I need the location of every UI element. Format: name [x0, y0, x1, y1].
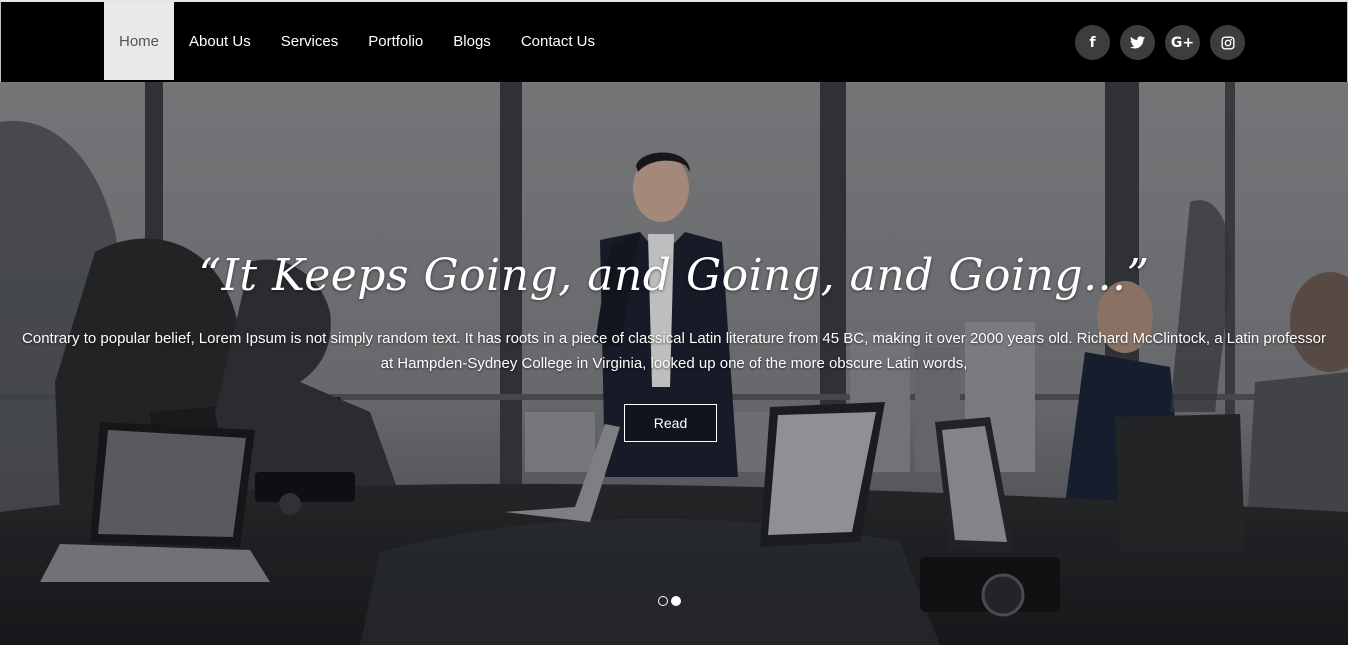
hero-slider: “It Keeps Going, and Going, and Going...… — [0, 82, 1348, 645]
google-plus-icon: G+ — [1170, 34, 1195, 51]
read-button[interactable]: Read — [624, 404, 717, 442]
google-plus-button[interactable]: G+ — [1165, 25, 1200, 60]
nav-home[interactable]: Home — [104, 2, 175, 80]
hero-description: Contrary to popular belief, Lorem Ipsum … — [22, 330, 1326, 372]
page: Home About Us Services Portfolio Blogs C… — [0, 0, 1348, 645]
nav-blogs[interactable]: Blogs — [438, 2, 506, 80]
twitter-button[interactable] — [1120, 25, 1155, 60]
nav-portfolio[interactable]: Portfolio — [353, 2, 438, 80]
instagram-icon — [1220, 35, 1235, 50]
nav-about-us[interactable]: About Us — [174, 2, 266, 80]
nav-menu: Home About Us Services Portfolio Blogs C… — [104, 2, 610, 80]
nav-services[interactable]: Services — [266, 2, 354, 80]
twitter-icon — [1130, 36, 1145, 49]
facebook-icon: f — [1089, 34, 1096, 51]
social-links: f G+ — [1075, 25, 1245, 60]
slider-pagination — [658, 596, 681, 606]
nav-contact-us[interactable]: Contact Us — [506, 2, 610, 80]
facebook-button[interactable]: f — [1075, 25, 1110, 60]
navbar: Home About Us Services Portfolio Blogs C… — [0, 0, 1348, 82]
hero-title: “It Keeps Going, and Going, and Going...… — [198, 250, 1150, 301]
instagram-button[interactable] — [1210, 25, 1245, 60]
slider-dot-1[interactable] — [658, 596, 668, 606]
slider-dot-2[interactable] — [671, 596, 681, 606]
